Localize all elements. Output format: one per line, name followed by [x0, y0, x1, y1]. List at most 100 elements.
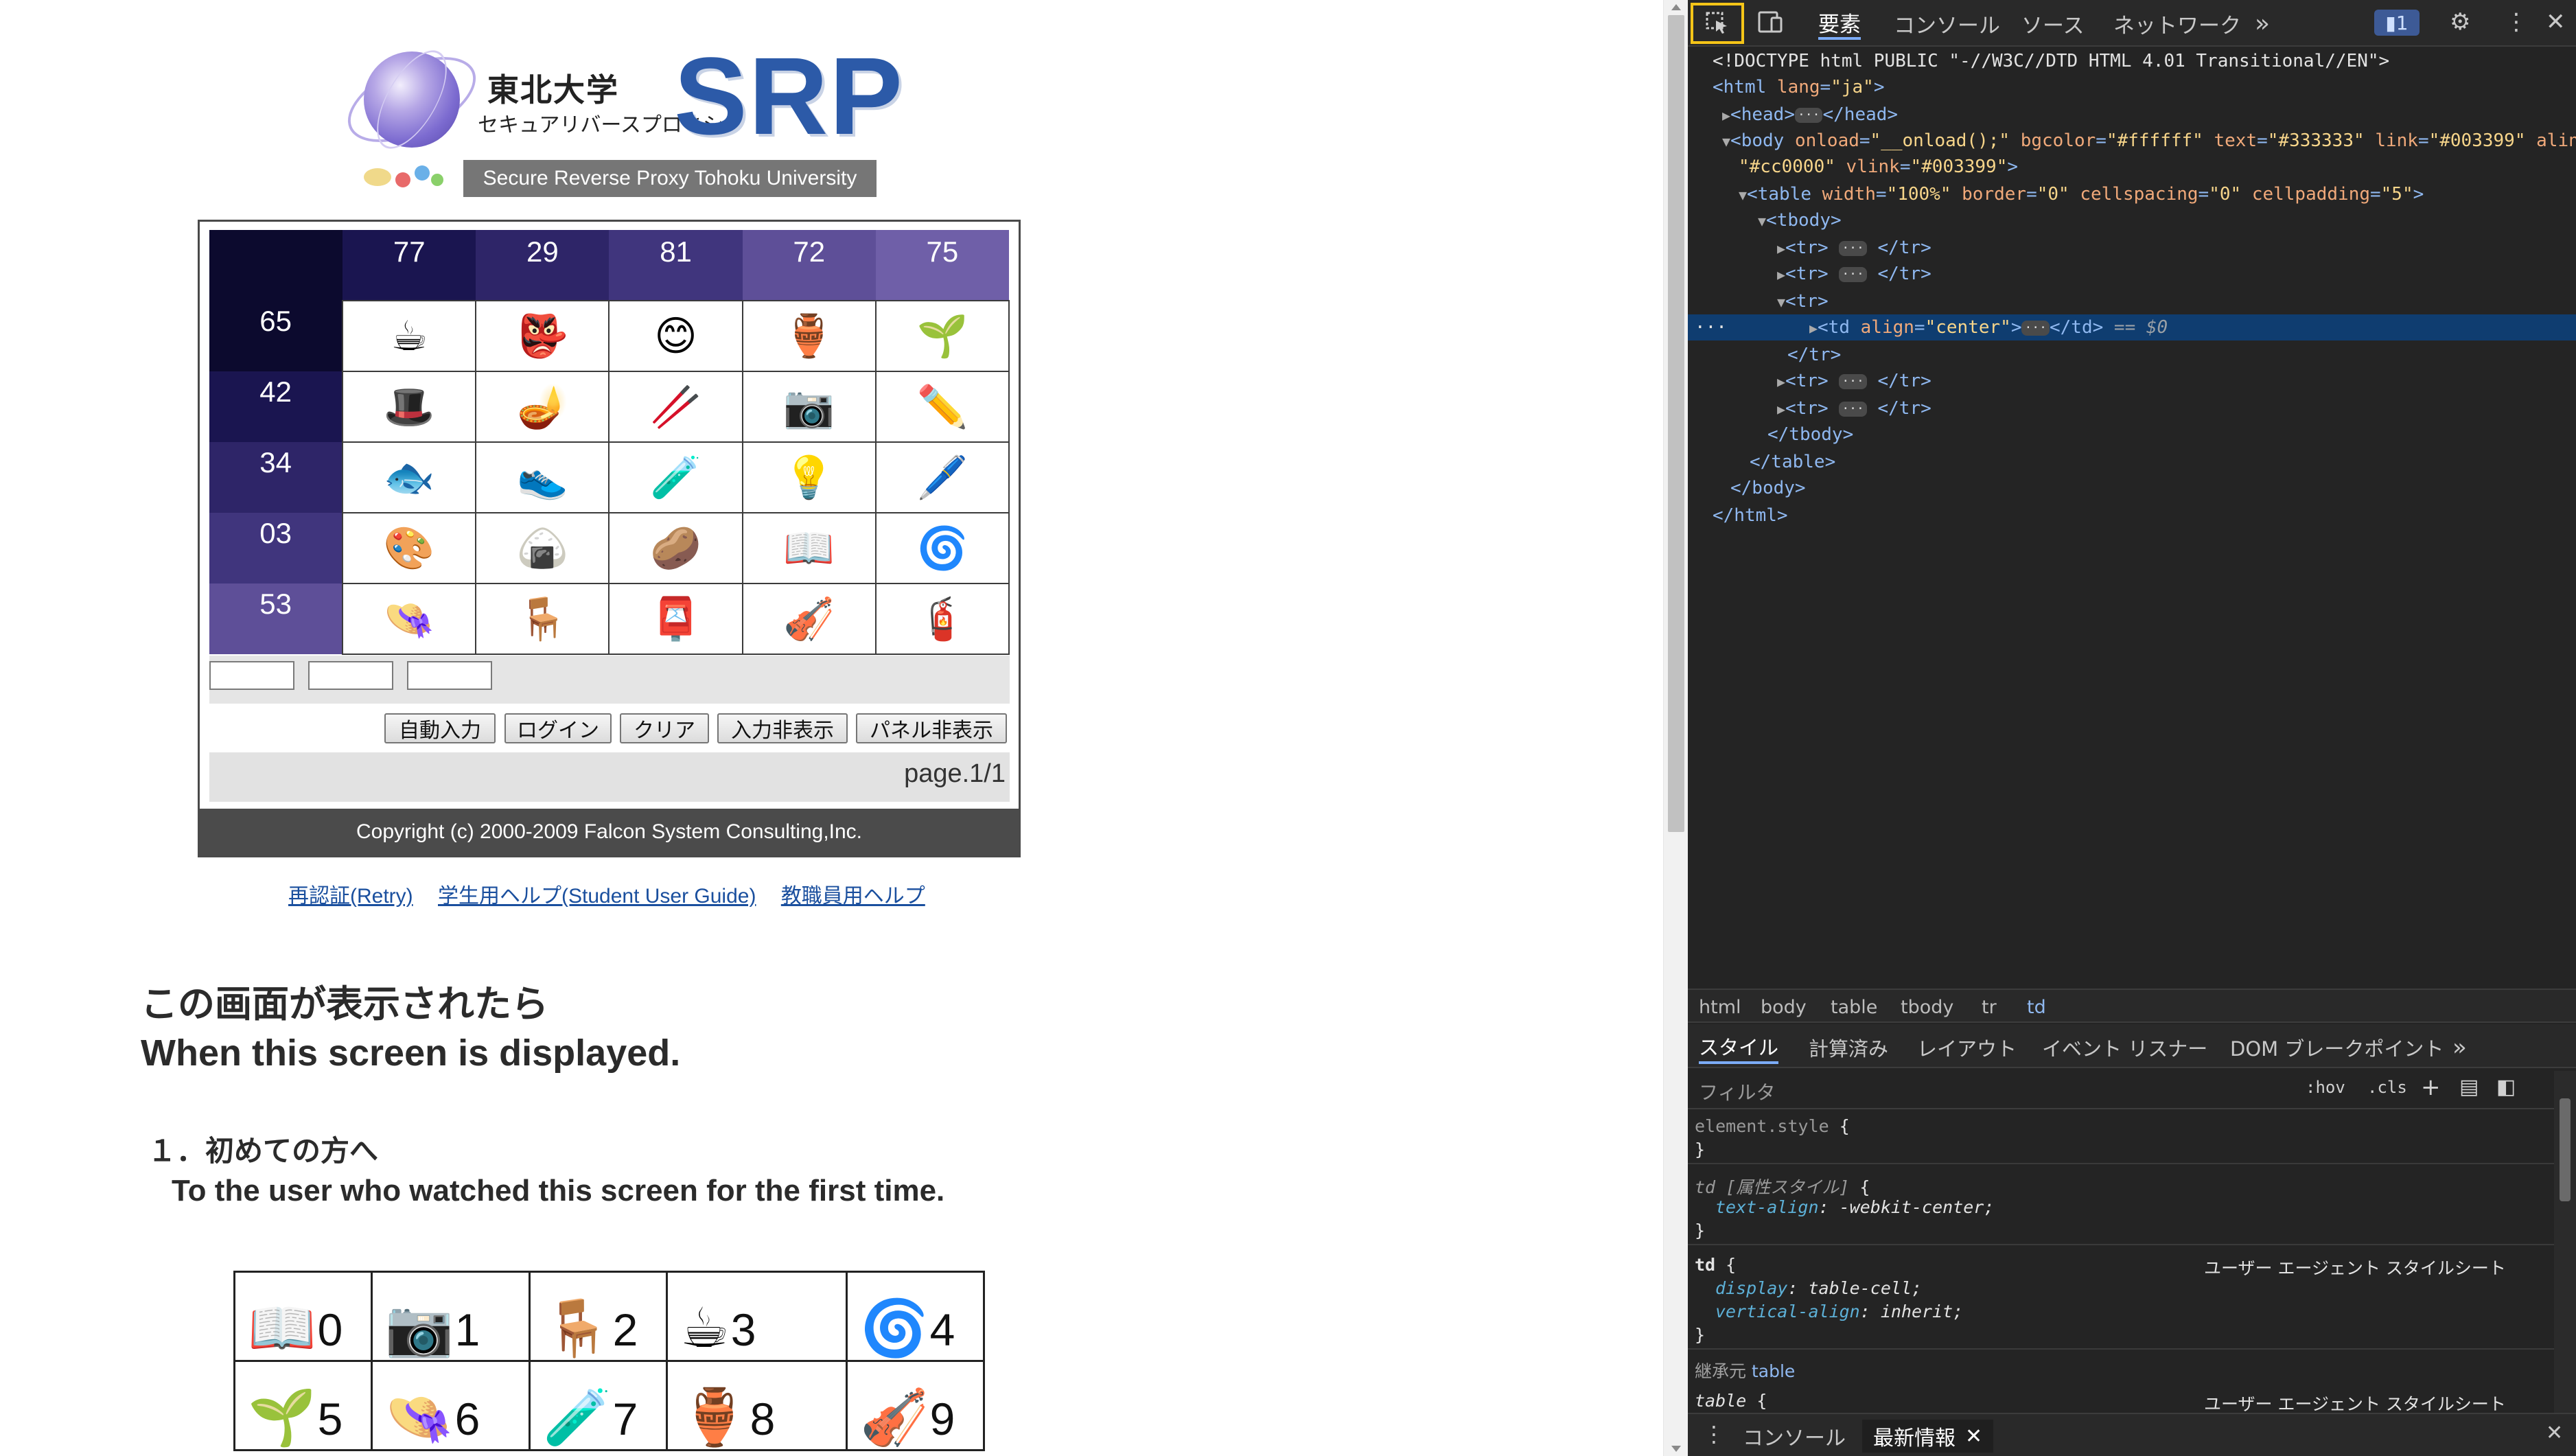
paint-brush-icon[interactable]: ▤ — [2459, 1075, 2479, 1099]
styles-scrollbar[interactable] — [2554, 1071, 2576, 1414]
close-devtools-icon[interactable]: ✕ — [2546, 8, 2566, 36]
matrix-col-header: 81 — [609, 230, 743, 301]
decl-vertical-align[interactable]: vertical-align: inherit; — [1715, 1302, 1963, 1321]
matrix-cell[interactable]: ☕ — [342, 300, 477, 372]
auto-input-button[interactable]: 自動入力 — [384, 713, 496, 743]
toggle-sidebar-icon[interactable]: ◧ — [2496, 1075, 2516, 1099]
book-icon: 📖 — [248, 1297, 316, 1359]
decl-display[interactable]: display: table-cell; — [1715, 1278, 1922, 1298]
scroll-down-icon[interactable] — [1671, 1446, 1681, 1452]
matrix-cell[interactable]: 🪑 — [475, 583, 610, 655]
decl-text-align[interactable]: text-align: -webkit-center; — [1715, 1197, 1994, 1217]
dom-tr-1[interactable]: ▶<tr> ··· </tr> — [1688, 235, 2576, 261]
matrix-cell[interactable]: 🏺 — [741, 300, 877, 372]
matrix-cell[interactable]: 💡 — [741, 441, 877, 513]
matrix-cell[interactable]: 🧯 — [874, 583, 1010, 655]
issues-badge[interactable]: ▮ 1 — [2374, 10, 2420, 36]
rule-td[interactable]: td { — [1695, 1255, 1736, 1275]
matrix-cell[interactable]: 😊 — [608, 300, 743, 372]
crumb-tbody[interactable]: tbody — [1901, 997, 1953, 1018]
matrix-cell[interactable]: ✏️ — [874, 371, 1010, 443]
matrix-cell[interactable]: 🌱 — [874, 300, 1010, 372]
inspect-element-button[interactable] — [1691, 3, 1744, 44]
dom-tr-2[interactable]: ▶<tr> ··· </tr> — [1688, 261, 2576, 287]
new-style-rule-icon[interactable]: + — [2421, 1074, 2441, 1101]
tab-styles[interactable]: スタイル — [1699, 1031, 1779, 1064]
dom-tr-3[interactable]: ▼<tr> — [1688, 288, 2576, 314]
scroll-up-icon[interactable] — [1671, 4, 1681, 10]
close-drawer-icon[interactable]: ✕ — [2546, 1421, 2563, 1445]
matrix-cell[interactable]: 👒 — [342, 583, 477, 655]
close-tab-icon[interactable]: ✕ — [1965, 1424, 1982, 1448]
rule-table[interactable]: table { — [1695, 1391, 1767, 1411]
dom-table[interactable]: ▼<table width="100%" border="0" cellspac… — [1688, 181, 2576, 207]
drawer-tab-console[interactable]: コンソール — [1743, 1420, 1846, 1453]
dom-td-selected[interactable]: ··· ▶<td align="center"> ··· </td> == $0 — [1688, 314, 2576, 340]
dom-html[interactable]: <html lang="ja"> — [1688, 74, 2576, 100]
inherited-from-link[interactable]: table — [1752, 1361, 1795, 1381]
matrix-cell[interactable]: 🍙 — [475, 512, 610, 584]
crumb-tr[interactable]: tr — [1982, 997, 1997, 1018]
tab-console[interactable]: コンソール — [1894, 7, 2000, 40]
styles-filter-input[interactable]: フィルタ — [1699, 1078, 1775, 1105]
clear-button[interactable]: クリア — [620, 713, 709, 743]
crumb-td[interactable]: td — [2027, 997, 2046, 1018]
matrix-cell[interactable]: 🖊️ — [874, 441, 1010, 513]
drawer-tab-whats-new[interactable]: 最新情報 ✕ — [1862, 1420, 1994, 1453]
tab-elements[interactable]: 要素 — [1818, 7, 1861, 40]
crumb-body[interactable]: body — [1761, 997, 1807, 1018]
tab-layout[interactable]: レイアウト — [1917, 1031, 2017, 1064]
inspect-cursor-icon — [1706, 12, 1727, 34]
dom-head[interactable]: ▶<head> ··· </head> — [1688, 102, 2576, 128]
dom-tbody[interactable]: ▼<tbody> — [1688, 207, 2576, 233]
matrix-cell[interactable]: 📷 — [741, 371, 877, 443]
device-toolbar-icon[interactable] — [1756, 8, 1784, 42]
matrix-cell[interactable]: 🧪 — [608, 441, 743, 513]
matrix-cell[interactable]: 📮 — [608, 583, 743, 655]
crumb-table[interactable]: table — [1831, 997, 1877, 1018]
student-guide-link[interactable]: 学生用ヘルプ(Student User Guide) — [438, 885, 756, 908]
pencil-icon: ✏️ — [916, 383, 968, 430]
tab-network[interactable]: ネットワーク — [2113, 7, 2241, 40]
dom-tr-4[interactable]: ▶<tr> ··· </tr> — [1688, 368, 2576, 394]
hov-toggle[interactable]: :hov — [2306, 1078, 2345, 1097]
tab-dom-breakpoints[interactable]: DOM ブレークポイント — [2230, 1031, 2444, 1064]
tab-event-listeners[interactable]: イベント リスナー — [2042, 1031, 2207, 1064]
dom-tr-5[interactable]: ▶<tr> ··· </tr> — [1688, 395, 2576, 421]
page-scrollbar[interactable] — [1663, 0, 1688, 1456]
retry-link[interactable]: 再認証(Retry) — [288, 885, 413, 908]
settings-gear-icon[interactable]: ⚙ — [2450, 8, 2470, 36]
password-field-3[interactable] — [407, 661, 492, 690]
password-field-1[interactable] — [209, 661, 294, 690]
matrix-cell[interactable]: 🥔 — [608, 512, 743, 584]
dom-body[interactable]: ▼<body onload="__onload();" bgcolor="#ff… — [1688, 128, 2576, 154]
dom-doctype[interactable]: <!DOCTYPE html PUBLIC "-//W3C//DTD HTML … — [1688, 48, 2576, 74]
matrix-cell[interactable]: 🪔 — [475, 371, 610, 443]
cls-toggle[interactable]: .cls — [2367, 1078, 2407, 1097]
matrix-cell[interactable]: 🎩 — [342, 371, 477, 443]
matrix-cell[interactable]: 🎻 — [741, 583, 877, 655]
login-button[interactable]: ログイン — [504, 713, 612, 743]
hide-panel-button[interactable]: パネル非表示 — [856, 713, 1007, 743]
matrix-cell[interactable]: 🥢 — [608, 371, 743, 443]
tab-computed[interactable]: 計算済み — [1809, 1031, 1888, 1064]
rule-td-attr[interactable]: td [属性スタイル] { — [1695, 1174, 1870, 1199]
crumb-html[interactable]: html — [1699, 997, 1741, 1018]
hide-input-button[interactable]: 入力非表示 — [717, 713, 848, 743]
matrix-cell[interactable]: 🎨 — [342, 512, 477, 584]
matrix-cell[interactable]: 📖 — [741, 512, 877, 584]
matrix-cell[interactable]: 🐟 — [342, 441, 477, 513]
scrollbar-thumb[interactable] — [1668, 15, 1684, 832]
tab-sources[interactable]: ソース — [2021, 7, 2084, 40]
matrix-cell[interactable]: 👟 — [475, 441, 610, 513]
styles-scrollbar-thumb[interactable] — [2560, 1098, 2571, 1201]
more-tabs-icon[interactable]: » — [2255, 7, 2270, 40]
more-options-icon[interactable]: ⋮ — [2505, 8, 2528, 36]
drawer-menu-icon[interactable]: ⋮ — [1703, 1421, 1725, 1447]
matrix-cell[interactable]: 👺 — [475, 300, 610, 372]
staff-guide-link[interactable]: 教職員用ヘルプ — [781, 885, 925, 908]
password-field-2[interactable] — [308, 661, 393, 690]
matrix-cell[interactable]: 🌀 — [874, 512, 1010, 584]
rule-element-style[interactable]: element.style { — [1695, 1116, 1850, 1136]
more-style-tabs-icon[interactable]: » — [2452, 1031, 2467, 1064]
